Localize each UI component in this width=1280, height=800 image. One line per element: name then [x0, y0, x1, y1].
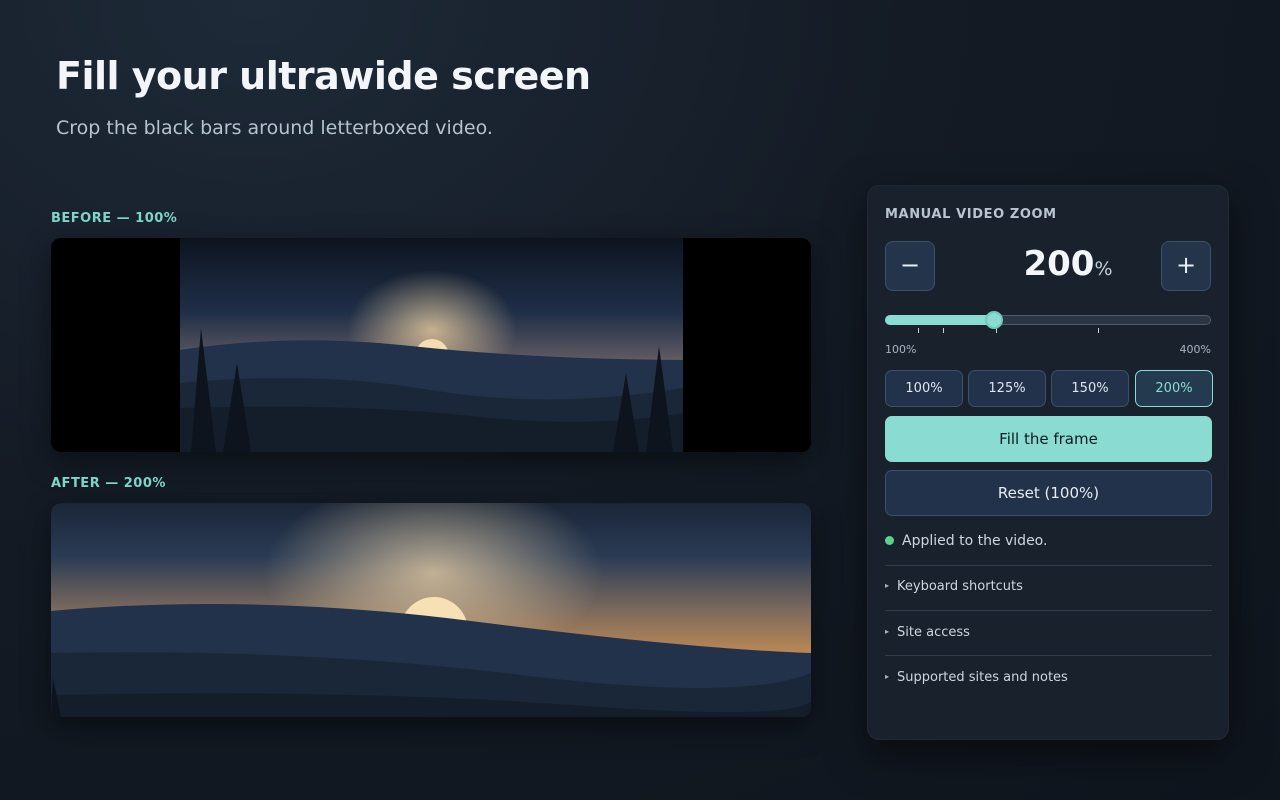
slider-max-label: 400% [1179, 343, 1211, 356]
caret-right-icon: ▸ [885, 672, 890, 681]
caret-right-icon: ▸ [885, 627, 890, 636]
zoom-increase-button[interactable]: + [1161, 241, 1211, 291]
supported-sites-toggle[interactable]: ▸ Supported sites and notes [885, 670, 1068, 685]
section-label: Keyboard shortcuts [897, 579, 1023, 594]
section-label: Supported sites and notes [897, 670, 1068, 685]
page-subtitle: Crop the black bars around letterboxed v… [56, 117, 493, 139]
slider-tick [918, 328, 919, 333]
keyboard-shortcuts-toggle[interactable]: ▸ Keyboard shortcuts [885, 579, 1023, 594]
status-message: Applied to the video. [885, 533, 1047, 549]
preset-125-button[interactable]: 125% [968, 370, 1046, 407]
zoom-readout: 200% [948, 244, 1188, 284]
caret-right-icon: ▸ [885, 581, 890, 590]
after-video-preview [51, 503, 811, 717]
before-label: BEFORE — 100% [51, 211, 178, 226]
fill-frame-button[interactable]: Fill the frame [885, 416, 1212, 462]
divider [885, 565, 1212, 566]
preset-150-button[interactable]: 150% [1051, 370, 1129, 407]
slider-thumb[interactable] [985, 311, 1003, 329]
panel-title: MANUAL VIDEO ZOOM [885, 207, 1057, 222]
site-access-toggle[interactable]: ▸ Site access [885, 625, 970, 640]
zoom-unit: % [1094, 258, 1113, 280]
before-video-preview [51, 238, 811, 452]
zoom-value: 200 [1023, 244, 1095, 284]
divider [885, 655, 1212, 656]
slider-tick [996, 328, 997, 333]
after-label: AFTER — 200% [51, 476, 166, 491]
slider-tick [1098, 328, 1099, 333]
reset-button[interactable]: Reset (100%) [885, 470, 1212, 516]
status-text: Applied to the video. [902, 533, 1048, 549]
letterboxed-scene [180, 238, 683, 452]
preset-200-button[interactable]: 200% [1135, 370, 1213, 407]
section-label: Site access [897, 625, 970, 640]
slider-fill [885, 315, 994, 325]
slider-tick [943, 328, 944, 333]
status-dot-icon [885, 536, 894, 545]
preset-100-button[interactable]: 100% [885, 370, 963, 407]
divider [885, 610, 1212, 611]
slider-min-label: 100% [885, 343, 917, 356]
zoom-decrease-button[interactable]: − [885, 241, 935, 291]
page-title: Fill your ultrawide screen [56, 54, 591, 98]
zoomed-scene [51, 503, 811, 717]
zoom-slider[interactable] [885, 311, 1211, 333]
zoom-control-panel: MANUAL VIDEO ZOOM − 200% + 100% 400% 100… [867, 185, 1229, 740]
